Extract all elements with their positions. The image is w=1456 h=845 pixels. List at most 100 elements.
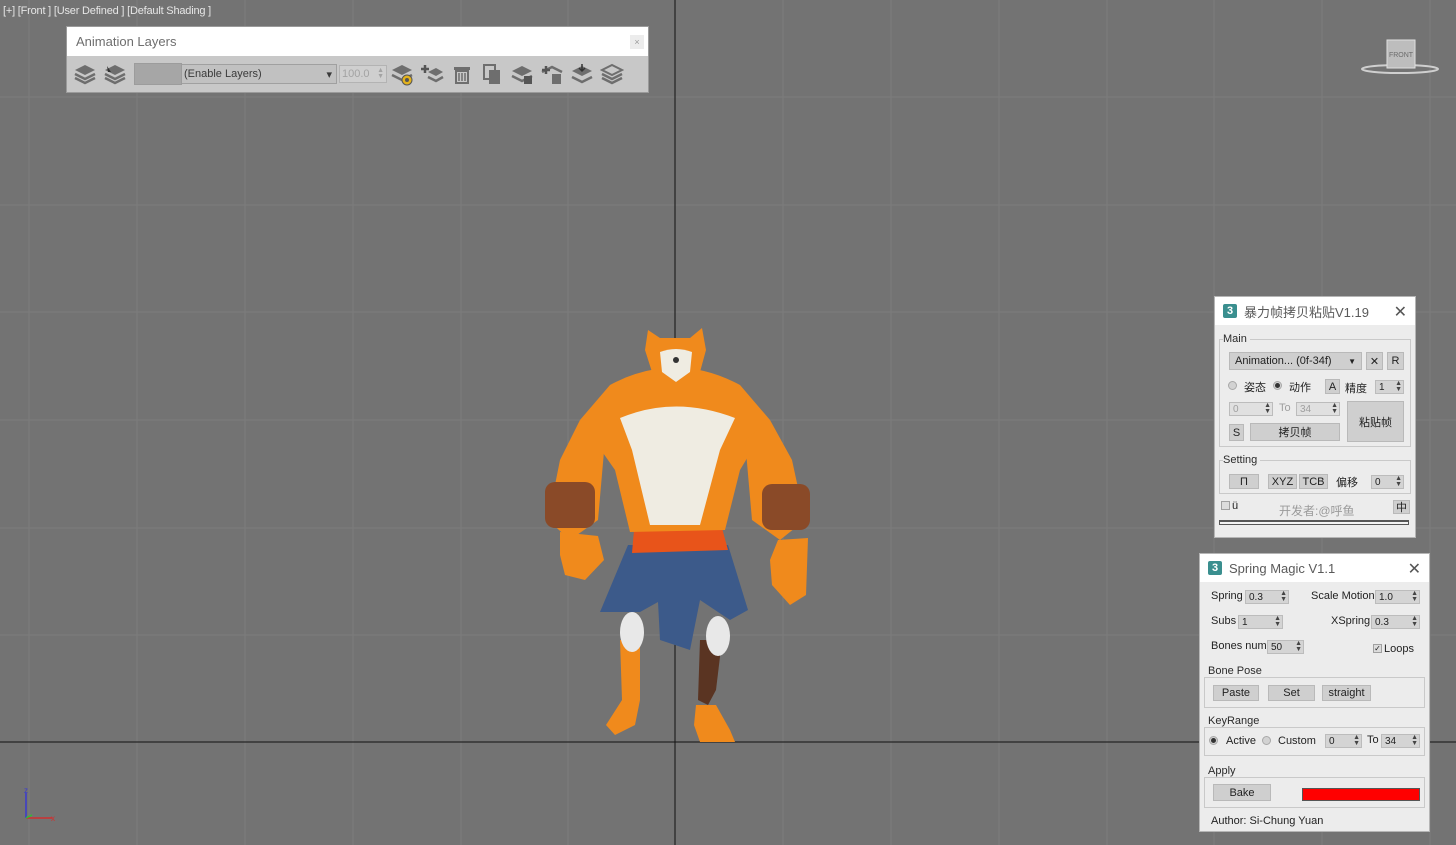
s-button[interactable]: S bbox=[1229, 424, 1244, 441]
action-radio[interactable] bbox=[1273, 381, 1282, 390]
spring-value: 0.3 bbox=[1249, 591, 1263, 603]
spring-magic-title: Spring Magic V1.1 bbox=[1229, 560, 1336, 576]
bone-pose-label: Bone Pose bbox=[1208, 665, 1265, 677]
pose-radio[interactable] bbox=[1228, 381, 1237, 390]
view-cube[interactable]: FRONT bbox=[1360, 38, 1440, 78]
max-logo-icon: 3 bbox=[1223, 304, 1237, 318]
straight-pose-button[interactable]: straight bbox=[1322, 685, 1371, 701]
viewport-shading-menu[interactable]: [Default Shading ] bbox=[127, 5, 211, 17]
animation-range-value: Animation... (0f-34f) bbox=[1235, 355, 1332, 367]
range-to-label: To bbox=[1367, 734, 1379, 746]
progress-bar bbox=[1219, 520, 1409, 525]
paste-frame-button[interactable]: 粘贴帧 bbox=[1347, 401, 1404, 442]
offset-spinner[interactable]: 0 ▲ ▼ bbox=[1371, 475, 1404, 489]
paste-pose-button[interactable]: Paste bbox=[1213, 685, 1259, 701]
disable-layers-icon[interactable] bbox=[597, 59, 627, 89]
language-button[interactable]: 中 bbox=[1393, 500, 1410, 514]
animation-layers-title: Animation Layers bbox=[67, 27, 648, 56]
animation-layers-toolbar: (Enable Layers) ▾ 100.0 ▲ ▼ bbox=[67, 56, 648, 92]
chevron-down-icon: ▾ bbox=[326, 68, 332, 81]
to-frame-value: 34 bbox=[1300, 403, 1312, 415]
range-from-spinner[interactable]: 0 ▲ ▼ bbox=[1325, 734, 1362, 748]
viewport-plus-menu[interactable]: [+] bbox=[3, 5, 15, 17]
frame-copy-paste-titlebar: 3 暴力帧拷贝粘贴V1.19 ✕ bbox=[1215, 297, 1415, 325]
from-frame-value: 0 bbox=[1233, 403, 1239, 415]
layer-properties-icon[interactable] bbox=[387, 59, 417, 89]
close-icon[interactable]: ✕ bbox=[1408, 559, 1421, 579]
to-label: To bbox=[1279, 402, 1291, 414]
active-range-radio[interactable] bbox=[1209, 736, 1218, 745]
to-frame-spinner[interactable]: 34 ▲ ▼ bbox=[1296, 402, 1340, 416]
subs-spinner[interactable]: 1 ▲ ▼ bbox=[1238, 615, 1283, 629]
spring-magic-panel: 3 Spring Magic V1.1 ✕ Spring 0.3 ▲ ▼ Scale… bbox=[1200, 554, 1429, 831]
developer-label: 开发者:@呼鱼 bbox=[1279, 504, 1355, 518]
enable-layers-icon[interactable] bbox=[70, 59, 100, 89]
loops-checkbox[interactable]: ✓ bbox=[1373, 644, 1382, 653]
axis-x-label: x bbox=[51, 814, 55, 823]
footer-checkbox-label: ü bbox=[1232, 500, 1239, 512]
tcb-button[interactable]: TCB bbox=[1299, 474, 1328, 489]
viewport-mode-menu[interactable]: [User Defined ] bbox=[54, 5, 125, 17]
offset-label: 偏移 bbox=[1336, 477, 1358, 489]
copy-layer-icon[interactable] bbox=[477, 59, 507, 89]
range-to-value: 34 bbox=[1385, 735, 1397, 747]
axis-tripod: z x bbox=[24, 786, 55, 823]
active-range-label: Active bbox=[1226, 735, 1256, 747]
copy-frame-button[interactable]: 拷贝帧 bbox=[1250, 423, 1340, 441]
precision-spinner[interactable]: 1 ▲ ▼ bbox=[1375, 380, 1404, 394]
add-layer-icon[interactable] bbox=[417, 59, 447, 89]
tiger-character[interactable] bbox=[545, 328, 810, 742]
spring-magic-titlebar: 3 Spring Magic V1.1 ✕ bbox=[1200, 554, 1429, 582]
setting-group-label: Setting bbox=[1223, 454, 1261, 466]
bones-num-spinner[interactable]: 50 ▲ ▼ bbox=[1267, 640, 1304, 654]
bones-num-label: Bones num bbox=[1211, 640, 1267, 652]
footer-checkbox[interactable] bbox=[1221, 501, 1230, 510]
layer-select-value: (Enable Layers) bbox=[184, 68, 262, 80]
paste-new-icon[interactable] bbox=[537, 59, 567, 89]
range-to-spinner[interactable]: 34 ▲ ▼ bbox=[1381, 734, 1420, 748]
key-range-label: KeyRange bbox=[1208, 715, 1263, 727]
animation-layers-close-button[interactable]: × bbox=[630, 35, 644, 49]
paste-active-icon[interactable] bbox=[507, 59, 537, 89]
set-pose-button[interactable]: Set bbox=[1268, 685, 1315, 701]
subs-label: Subs bbox=[1211, 615, 1237, 627]
delete-layer-icon[interactable] bbox=[447, 59, 477, 89]
author-label: Author: Si-Chung Yuan bbox=[1211, 815, 1324, 827]
r-button[interactable]: R bbox=[1387, 352, 1404, 370]
loops-label: Loops bbox=[1384, 643, 1414, 655]
close-icon[interactable]: ✕ bbox=[1394, 302, 1407, 322]
a-button[interactable]: A bbox=[1325, 379, 1340, 394]
action-radio-label: 动作 bbox=[1289, 382, 1311, 394]
main-group-label: Main bbox=[1223, 333, 1250, 345]
viewport-view-menu[interactable]: [Front ] bbox=[18, 5, 51, 17]
collapse-layer-icon[interactable] bbox=[567, 59, 597, 89]
xspring-label: XSpring bbox=[1331, 615, 1371, 627]
bake-button[interactable]: Bake bbox=[1213, 784, 1271, 801]
layer-color-swatch[interactable] bbox=[134, 63, 182, 85]
precision-label: 精度 bbox=[1345, 383, 1367, 395]
frame-copy-paste-panel: 3 暴力帧拷贝粘贴V1.19 ✕ Main Animation... (0f-3… bbox=[1215, 297, 1415, 537]
xspring-value: 0.3 bbox=[1375, 616, 1389, 628]
chevron-down-icon: ▼ bbox=[1348, 356, 1356, 366]
view-cube-label: FRONT bbox=[1389, 52, 1414, 59]
layer-select-dropdown[interactable]: (Enable Layers) ▾ bbox=[182, 64, 337, 84]
scale-motion-spinner[interactable]: 1.0 ▲ ▼ bbox=[1375, 590, 1420, 604]
select-layer-objects-icon[interactable] bbox=[100, 59, 130, 89]
xyz-button[interactable]: XYZ bbox=[1268, 474, 1297, 489]
custom-range-label: Custom bbox=[1278, 735, 1316, 747]
layer-weight-spinner[interactable]: 100.0 ▲ ▼ bbox=[339, 65, 387, 83]
custom-range-radio[interactable] bbox=[1262, 736, 1271, 745]
animation-layers-floater: Animation Layers × (Enable Layers) ▾ 100… bbox=[67, 27, 648, 92]
spring-label: Spring bbox=[1211, 590, 1243, 602]
axis-z-label: z bbox=[24, 786, 28, 795]
spring-spinner[interactable]: 0.3 ▲ ▼ bbox=[1245, 590, 1289, 604]
clear-button[interactable]: ✕ bbox=[1366, 352, 1383, 370]
pi-button[interactable]: П bbox=[1229, 474, 1259, 489]
layer-weight-value: 100.0 bbox=[342, 68, 370, 80]
xspring-spinner[interactable]: 0.3 ▲ ▼ bbox=[1371, 615, 1420, 629]
from-frame-spinner[interactable]: 0 ▲ ▼ bbox=[1229, 402, 1273, 416]
scale-motion-value: 1.0 bbox=[1379, 591, 1393, 603]
frame-copy-paste-title: 暴力帧拷贝粘贴V1.19 bbox=[1244, 304, 1369, 320]
animation-range-dropdown[interactable]: Animation... (0f-34f) ▼ bbox=[1229, 352, 1362, 370]
viewport-label: [+] [Front ] [User Defined ] [Default Sh… bbox=[3, 5, 211, 17]
